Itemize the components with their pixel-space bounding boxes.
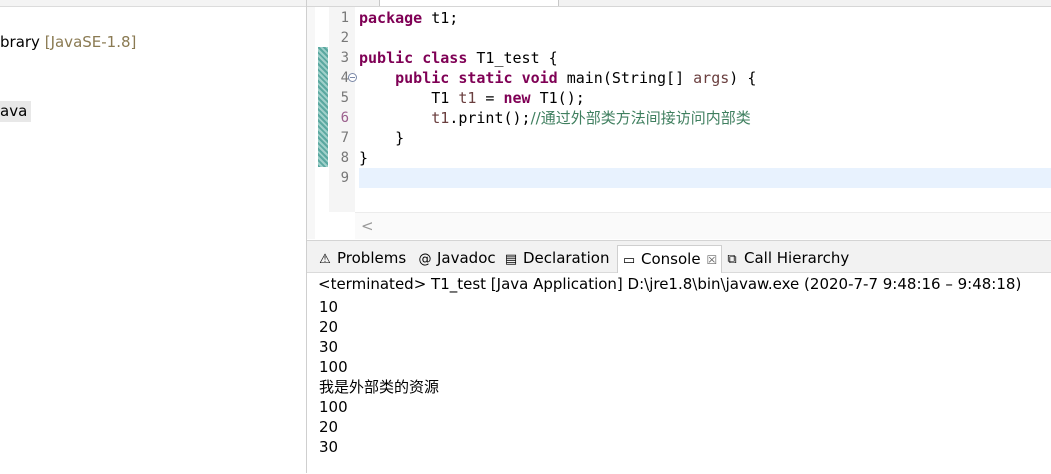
keyword-token: void — [521, 69, 558, 87]
problems-icon: ⚠ — [319, 252, 331, 267]
tab-label: Declaration — [523, 249, 610, 267]
variable-token: args — [693, 69, 730, 87]
line-number: 1 — [340, 10, 349, 26]
line-number: 3 — [340, 50, 349, 66]
tab-label: Call Hierarchy — [744, 249, 850, 267]
code-token: .print(); — [449, 109, 531, 127]
code-token: ) { — [729, 69, 757, 87]
tree-item-label: brary — [0, 33, 40, 51]
code-token: T1 — [359, 89, 459, 107]
code-line[interactable]: } — [359, 148, 368, 168]
editor-tab-active[interactable] — [379, 0, 559, 6]
tab-console[interactable]: ▭ Console ☒ — [617, 245, 723, 273]
keyword-token: new — [503, 89, 531, 107]
code-line[interactable]: T1 t1 = new T1(); — [359, 88, 585, 108]
keyword-token: static — [458, 69, 513, 87]
tree-item-jre-library[interactable]: brary [JavaSE-1.8] — [0, 33, 136, 51]
console-status: <terminated> T1_test [Java Application] … — [318, 275, 1022, 293]
fold-collapse-icon[interactable] — [348, 73, 357, 82]
tab-label: Problems — [337, 249, 407, 267]
console-icon: ▭ — [622, 253, 636, 268]
console-output-line: 我是外部类的资源 — [319, 378, 440, 396]
keyword-token: package — [359, 9, 423, 27]
bottom-views-panel: ⚠ Problems @ Javadoc ▤ Declaration ▭ Console ☒ ⧉ C… — [307, 240, 1051, 474]
console-output-line: 30 — [319, 438, 339, 456]
variable-token: t1 — [458, 89, 477, 107]
code-line[interactable]: } — [359, 128, 404, 148]
change-marker — [318, 47, 328, 167]
console-output-line: 100 — [319, 398, 348, 416]
package-explorer: brary [JavaSE-1.8] ava — [0, 0, 307, 473]
console-output-line: 100 — [319, 358, 348, 376]
overview-ruler — [307, 7, 315, 239]
comment-token: //通过外部类方法间接访问内部类 — [530, 109, 751, 127]
code-line[interactable]: package t1; — [359, 8, 458, 28]
tab-javadoc[interactable]: @ Javadoc — [417, 247, 496, 269]
console-output-line: 30 — [319, 338, 339, 356]
call-hierarchy-icon: ⧉ — [727, 252, 737, 267]
javadoc-icon: @ — [418, 252, 432, 267]
code-line[interactable]: t1.print();//通过外部类方法间接访问内部类 — [359, 108, 751, 128]
variable-token: t1 — [431, 109, 450, 127]
keyword-token: public — [395, 69, 450, 87]
horizontal-scrollbar[interactable]: < — [355, 212, 1051, 239]
tree-item-java-file[interactable]: ava — [0, 101, 32, 122]
line-number: 4 — [340, 70, 349, 86]
code-token: = — [476, 89, 504, 107]
tab-label: Javadoc — [437, 249, 496, 267]
keyword-token: class — [422, 49, 468, 67]
console-output-line: 20 — [319, 318, 339, 336]
line-number: 5 — [340, 90, 349, 106]
code-token: t1; — [422, 9, 459, 27]
tab-label: Console — [641, 250, 701, 268]
view-tab-bar: ⚠ Problems @ Javadoc ▤ Declaration ▭ Console ☒ ⧉ C… — [307, 241, 1051, 273]
package-explorer-header — [0, 0, 306, 7]
close-icon[interactable]: ☒ — [707, 253, 718, 267]
code-token: T1_test { — [467, 49, 558, 67]
tab-declaration[interactable]: ▤ Declaration — [503, 247, 610, 269]
line-number: 7 — [340, 130, 349, 146]
line-number: 6 — [340, 110, 349, 126]
tab-problems[interactable]: ⚠ Problems — [317, 247, 406, 269]
line-number: 9 — [340, 170, 349, 186]
code-token: } — [359, 149, 369, 167]
tab-callhierarchy[interactable]: ⧉ Call Hierarchy — [724, 247, 849, 269]
code-token: } — [359, 129, 405, 147]
tree-item-label: ava — [0, 102, 28, 120]
code-line[interactable]: public class T1_test { — [359, 48, 558, 68]
code-token: T1(); — [530, 89, 585, 107]
current-line-highlight — [359, 168, 1051, 188]
line-number: 2 — [340, 30, 349, 46]
code-editor[interactable]: package t1; public class T1_test { public… — [307, 0, 1051, 239]
console-output-line: 20 — [319, 418, 339, 436]
declaration-icon: ▤ — [504, 252, 518, 267]
console-output-line: 10 — [319, 298, 339, 316]
line-number: 8 — [340, 150, 349, 166]
scroll-left-icon[interactable]: < — [361, 217, 374, 235]
code-line[interactable]: public static void main(String[] args) { — [359, 68, 756, 88]
keyword-token: public — [359, 49, 414, 67]
tree-item-decoration: [JavaSE-1.8] — [44, 33, 137, 51]
console-output[interactable]: 10 20 30 100 我是外部类的资源 100 20 30 — [319, 297, 439, 457]
code-token: main(String[] — [557, 69, 694, 87]
